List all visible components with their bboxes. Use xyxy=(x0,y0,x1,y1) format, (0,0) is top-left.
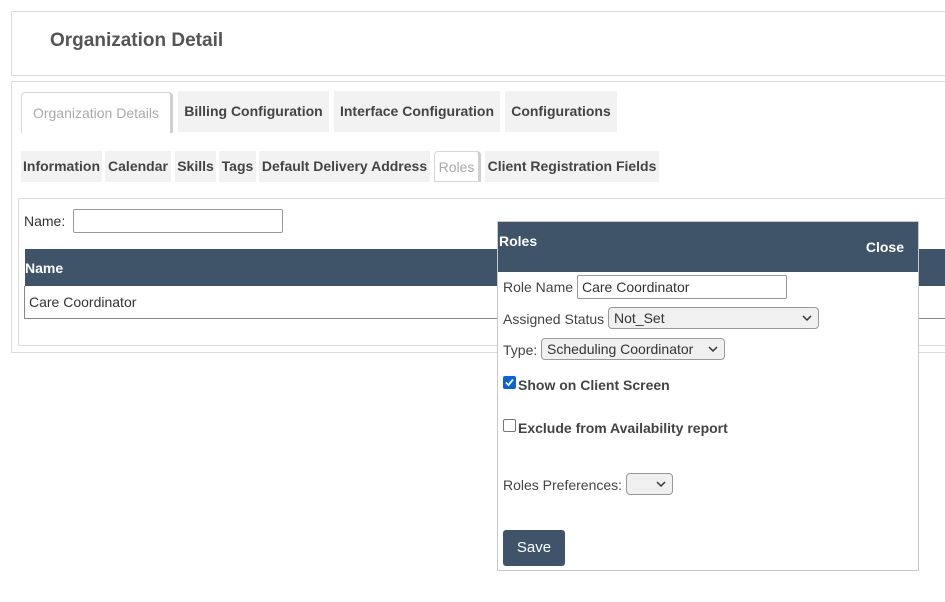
assigned-status-select[interactable]: Not_Set xyxy=(608,307,819,329)
assigned-status-value: Not_Set xyxy=(614,310,665,326)
tab-configurations[interactable]: Configurations xyxy=(505,91,617,132)
page-title: Organization Detail xyxy=(50,30,224,51)
grid-column-name[interactable]: Name xyxy=(25,260,63,276)
dialog-title: Roles xyxy=(499,233,538,249)
roles-dialog: Roles Close Role Name Care Coordinator A… xyxy=(497,221,919,571)
role-name-input[interactable]: Care Coordinator xyxy=(577,275,787,299)
grid-cell-name: Care Coordinator xyxy=(29,294,137,310)
type-select[interactable]: Scheduling Coordinator xyxy=(541,338,725,360)
dialog-header: Roles Close xyxy=(498,222,918,272)
name-filter-input[interactable] xyxy=(73,209,283,233)
type-label: Type: xyxy=(503,342,538,358)
tab-organization-details[interactable]: Organization Details xyxy=(21,92,173,133)
subtab-default-delivery-address[interactable]: Default Delivery Address xyxy=(259,151,430,182)
subtab-client-registration-fields[interactable]: Client Registration Fields xyxy=(485,151,659,182)
roles-preferences-label: Roles Preferences: xyxy=(503,477,623,493)
close-button[interactable]: Close xyxy=(866,239,904,255)
role-name-label: Role Name xyxy=(503,279,574,295)
save-button[interactable]: Save xyxy=(503,530,565,566)
name-filter-label: Name: xyxy=(24,213,66,229)
subtab-tags[interactable]: Tags xyxy=(219,151,256,182)
show-on-client-checkbox[interactable] xyxy=(503,376,516,389)
type-value: Scheduling Coordinator xyxy=(547,341,694,357)
assigned-status-label: Assigned Status xyxy=(503,311,605,327)
chevron-down-icon xyxy=(656,481,666,488)
subtab-calendar[interactable]: Calendar xyxy=(105,151,171,182)
show-on-client-label: Show on Client Screen xyxy=(518,377,670,393)
subtab-skills[interactable]: Skills xyxy=(175,151,216,182)
chevron-down-icon xyxy=(802,315,812,322)
roles-preferences-select[interactable] xyxy=(626,473,673,495)
exclude-availability-checkbox[interactable] xyxy=(503,419,516,432)
subtab-roles[interactable]: Roles xyxy=(434,151,481,182)
checkmark-icon xyxy=(505,378,514,387)
chevron-down-icon xyxy=(708,346,718,353)
tab-billing-configuration[interactable]: Billing Configuration xyxy=(178,91,329,132)
tab-interface-configuration[interactable]: Interface Configuration xyxy=(334,91,500,132)
exclude-availability-label: Exclude from Availability report xyxy=(518,420,728,436)
subtab-information[interactable]: Information xyxy=(21,151,102,182)
